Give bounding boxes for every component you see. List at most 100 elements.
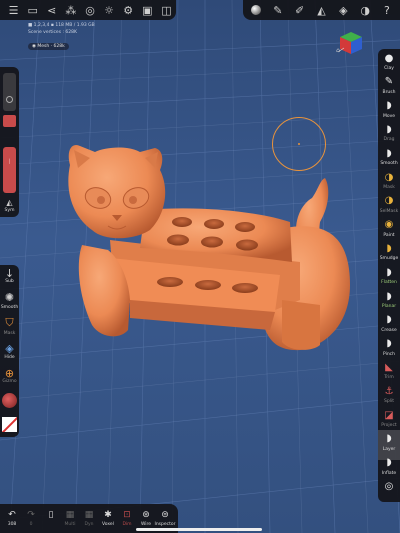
dyntopo-button[interactable]: ▦ Dyn xyxy=(80,508,98,532)
top-left-toolbar: ☰ ▭ ⋖ ⁂ ◎ ☼ ⚙ ▣ ◫ xyxy=(0,0,176,20)
drag-icon: ◗ xyxy=(386,123,392,135)
tool-label: Flatten xyxy=(381,280,397,286)
image-icon[interactable]: ▣ xyxy=(138,0,157,20)
brush-icon[interactable]: ✐ xyxy=(291,0,309,20)
vertex-count: Scene vertices : 628K xyxy=(28,29,77,35)
hide-label: Hide xyxy=(4,355,15,360)
material-sphere-icon[interactable]: ◎ xyxy=(80,0,99,20)
scene-tree-icon[interactable]: ⁂ xyxy=(61,0,80,20)
multires-button[interactable]: ▦ Multi xyxy=(61,508,79,532)
tool-label: Clay xyxy=(384,66,394,71)
planar-icon: ◗ xyxy=(386,290,392,302)
tool-label: Brush xyxy=(382,89,396,95)
move-icon: ◗ xyxy=(386,100,392,112)
tool-label: Paint xyxy=(383,232,395,238)
left-tools-panel: ↓ Sub ✺ Smooth ⛉ Mask ◈ Hide ⊕ Gizmo xyxy=(0,265,19,437)
mesh-tag[interactable]: ◉ Mesh · 628k xyxy=(28,43,69,50)
voxel-button[interactable]: ✱ Voxel xyxy=(99,508,117,532)
extra-icon: ◎ xyxy=(384,480,394,492)
symmetry-icon[interactable]: ◭ xyxy=(3,197,16,207)
dyntopo-icon: ▦ xyxy=(84,510,94,520)
inflate-icon: ◗ xyxy=(386,457,392,469)
top-right-toolbar: ✎ ✐ ◭ ◈ ◑ ? xyxy=(243,0,400,20)
smudge-icon: ◗ xyxy=(386,242,392,254)
tool-label: Split xyxy=(384,399,394,405)
painting-icon[interactable]: ◭ xyxy=(312,0,330,20)
bottom-label: Inspector xyxy=(154,522,176,527)
trim-icon: ◣ xyxy=(385,361,393,373)
redo-button[interactable]: ↷ 0 xyxy=(22,508,40,532)
tool-label: Mask xyxy=(383,185,395,190)
help-icon[interactable]: ? xyxy=(378,0,396,20)
tool-label: Inflate xyxy=(381,470,397,476)
bottom-label: 0 xyxy=(29,522,33,527)
matcap-sphere-icon[interactable] xyxy=(247,0,265,20)
tool-label: Planar xyxy=(381,304,397,309)
radius-slider[interactable] xyxy=(3,73,16,111)
hide-icon[interactable]: ◈ xyxy=(3,342,16,355)
layer-icon: ◗ xyxy=(386,433,392,445)
folder-icon[interactable]: ▭ xyxy=(23,0,42,20)
right-tool-palette: ● Clay ✎ Brush ◗ Move ◗ Drag ◗ Smooth ◑ Mask ◑ SelMas… xyxy=(378,49,400,502)
tool-label: SelMask xyxy=(379,208,399,214)
mask-label: Mask xyxy=(3,331,16,336)
brush-radius-cursor xyxy=(272,117,326,171)
tool-extra[interactable]: ◎ xyxy=(378,477,400,507)
paint-icon: ◉ xyxy=(384,219,394,231)
selmask-icon: ◑ xyxy=(384,195,394,207)
gizmo-icon[interactable]: ⊕ xyxy=(3,367,16,380)
left-brush-panel: ⦚ ◭ Sym xyxy=(0,67,19,217)
dims-icon: ⊡ xyxy=(123,510,131,520)
stroke-tool-icon[interactable] xyxy=(2,393,17,408)
dims-button[interactable]: ⊡ Dim xyxy=(118,508,136,532)
shaded-sphere-icon[interactable]: ◑ xyxy=(356,0,374,20)
sun-settings-icon[interactable]: ☼ xyxy=(100,0,119,20)
intensity-slider[interactable] xyxy=(3,147,16,193)
tool-label: Move xyxy=(382,113,396,119)
smooth-icon[interactable]: ✺ xyxy=(3,291,16,304)
memory-readout: ■ 1,2,3,4 ▪ 118 MB / 1.93 GB xyxy=(28,23,95,28)
multires-icon: ▦ xyxy=(65,510,75,520)
tool-label: Layer xyxy=(382,446,396,452)
split-icon: ⚓ xyxy=(384,385,394,397)
wireframe-icon: ⊛ xyxy=(142,510,150,520)
pen-icon[interactable]: ✎ xyxy=(269,0,287,20)
tool-label: Crease xyxy=(381,327,397,333)
phone-icon: ▯ xyxy=(48,510,54,520)
gizmo-label: Gizmo xyxy=(2,379,17,384)
camera-icon[interactable]: ◫ xyxy=(157,0,176,20)
voxel-icon: ✱ xyxy=(104,510,112,520)
sub-label: Sub xyxy=(5,279,14,284)
inspector-icon: ⊜ xyxy=(161,510,169,520)
home-view-icon[interactable]: ⌂ xyxy=(334,46,342,54)
tool-label: Smooth xyxy=(380,161,398,167)
radius-icon xyxy=(6,96,13,103)
subdivide-icon[interactable]: ↓ xyxy=(3,267,16,280)
no-texture-swatch[interactable] xyxy=(2,417,17,432)
mask-icon: ◑ xyxy=(384,171,394,183)
undo-icon: ↶ xyxy=(8,510,16,520)
undo-button[interactable]: ↶ 308 xyxy=(3,508,21,532)
project-icon: ◪ xyxy=(384,409,394,421)
tool-label: Drag xyxy=(383,137,395,143)
tool-label: Pinch xyxy=(382,351,396,357)
flatten-icon: ◗ xyxy=(386,266,392,278)
hamburger-menu-icon[interactable]: ☰ xyxy=(4,0,23,20)
smooth-label: Smooth xyxy=(0,305,19,310)
phone-button[interactable]: ▯ xyxy=(42,508,60,532)
intensity-icon: ⦚ xyxy=(8,157,11,166)
color-swatch[interactable] xyxy=(3,115,16,127)
brush-icon: ✎ xyxy=(384,76,394,88)
home-indicator xyxy=(136,528,262,531)
cat-pen-holder-model[interactable] xyxy=(0,0,400,533)
pinch-icon: ◗ xyxy=(386,338,392,350)
clay-icon: ● xyxy=(384,52,394,64)
share-icon[interactable]: ⋖ xyxy=(42,0,61,20)
tool-label: Trim xyxy=(384,375,394,381)
mask-icon[interactable]: ⛉ xyxy=(3,316,16,329)
layers-icon[interactable]: ◈ xyxy=(334,0,352,20)
gear-icon[interactable]: ⚙ xyxy=(119,0,138,20)
crease-icon: ◗ xyxy=(386,314,392,326)
smooth-icon: ◗ xyxy=(386,147,392,159)
sym-label: Sym xyxy=(4,208,15,213)
